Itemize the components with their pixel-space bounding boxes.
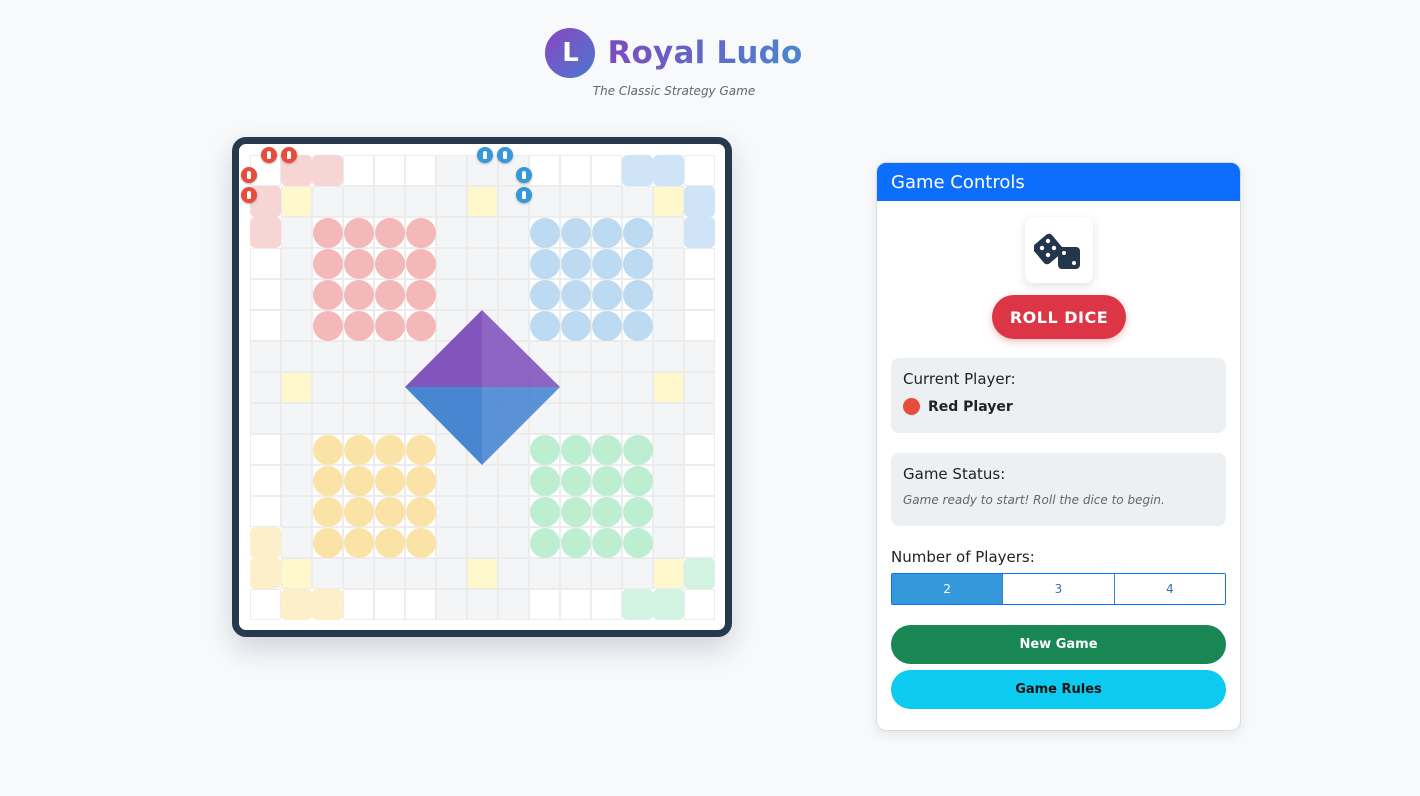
game-rules-button[interactable]: Game Rules — [891, 670, 1226, 709]
panel-title: Game Controls — [877, 163, 1240, 201]
logo-badge: L — [545, 28, 596, 78]
game-status-text: Game ready to start! Roll the dice to be… — [903, 493, 1165, 507]
header: L Royal Ludo The Classic Strategy Game — [0, 28, 1348, 98]
players-4-button[interactable]: 4 — [1114, 574, 1225, 604]
num-players-label: Number of Players: — [891, 548, 1035, 566]
pawn-icon — [267, 151, 271, 159]
app-title: Royal Ludo — [607, 35, 803, 71]
red-token[interactable] — [261, 147, 277, 163]
new-game-button[interactable]: New Game — [891, 625, 1226, 664]
pawn-icon — [483, 151, 487, 159]
blue-token[interactable] — [516, 187, 532, 203]
red-token[interactable] — [281, 147, 297, 163]
ludo-board — [232, 137, 732, 637]
red-token[interactable] — [241, 187, 257, 203]
players-2-button[interactable]: 2 — [892, 574, 1004, 604]
game-controls-panel: Game Controls ROLL DICE Current Player: … — [876, 162, 1241, 731]
pawn-icon — [522, 191, 526, 199]
pawn-icon — [247, 191, 251, 199]
dice-icon — [1034, 233, 1080, 269]
blue-token[interactable] — [497, 147, 513, 163]
player-color-dot — [903, 398, 920, 415]
dice[interactable] — [1025, 217, 1093, 283]
app-subtitle: The Classic Strategy Game — [592, 84, 756, 98]
blue-token[interactable] — [516, 167, 532, 183]
current-player: Red Player — [903, 398, 1214, 415]
game-status-box: Game Status: Game ready to start! Roll t… — [891, 453, 1226, 526]
current-player-box: Current Player: Red Player — [891, 358, 1226, 433]
blue-token[interactable] — [477, 147, 493, 163]
pawn-icon — [287, 151, 291, 159]
logo: L Royal Ludo — [0, 28, 1348, 78]
pawn-icon — [247, 171, 251, 179]
game-status-label: Game Status: — [903, 465, 1006, 483]
center-home — [405, 310, 560, 465]
red-token[interactable] — [241, 167, 257, 183]
pawn-icon — [522, 171, 526, 179]
pawn-icon — [503, 151, 507, 159]
current-player-name: Red Player — [928, 398, 1013, 415]
players-3-button[interactable]: 3 — [1003, 574, 1115, 604]
num-players-selector: 2 3 4 — [891, 573, 1226, 605]
roll-dice-button[interactable]: ROLL DICE — [992, 295, 1126, 339]
current-player-label: Current Player: — [903, 370, 1016, 388]
